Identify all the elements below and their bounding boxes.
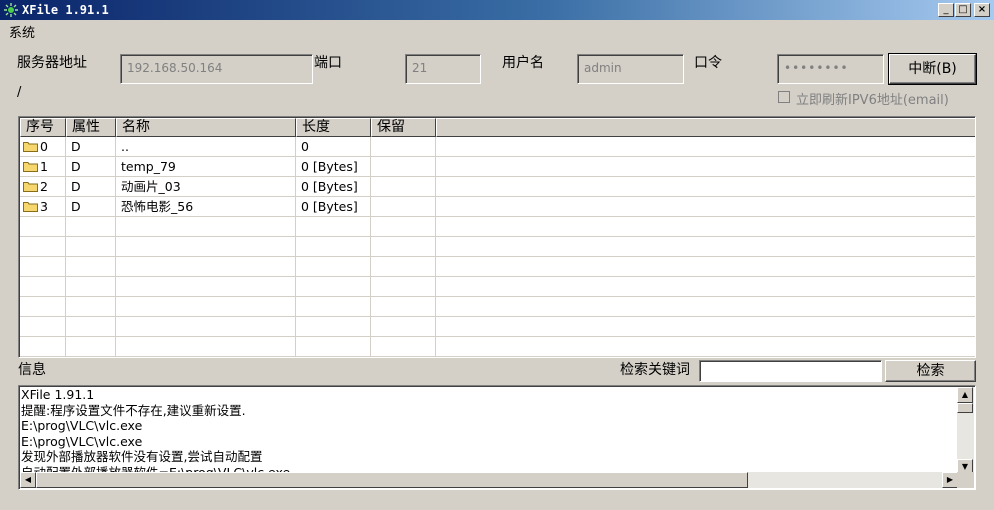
cell-index: 3 [20,197,66,217]
port-label: 端口 [314,55,342,71]
log-line: E:\prog\VLC\vlc.exe [21,418,143,433]
cell-reserved [371,137,436,157]
cell-index: 0 [20,137,66,157]
folder-icon [23,162,38,172]
file-list-header: 序号 属性 名称 长度 保留 [20,118,975,137]
disconnect-button[interactable]: 中断(B) [888,53,977,85]
search-input[interactable] [699,360,882,382]
cell-name: 恐怖电影_56 [116,197,296,217]
table-row[interactable]: 1 D temp_79 0 [Bytes] [20,157,975,177]
cell-size: 0 [Bytes] [296,197,371,217]
server-address-field[interactable]: 192.168.50.164 [120,54,313,84]
log-horizontal-scrollbar[interactable]: ◀ ▶ [20,472,958,488]
cell-size: 0 [Bytes] [296,157,371,177]
log-line: 提醒:程序设置文件不存在,建议重新设置. [21,402,246,418]
empty-row [20,317,975,337]
title-bar[interactable]: XFile 1.91.1 _ □ × [0,0,994,20]
log-textarea[interactable]: XFile 1.91.1 提醒:程序设置文件不存在,建议重新设置. E:\pro… [18,385,976,490]
cell-attribute: D [66,177,116,197]
column-size[interactable]: 长度 [296,118,371,137]
cell-name: 动画片_03 [116,177,296,197]
search-button[interactable]: 检索 [885,360,976,382]
cell-index: 1 [20,157,66,177]
scroll-up-icon[interactable]: ▲ [957,387,973,403]
cell-attribute: D [66,197,116,217]
column-filler [436,118,975,137]
scroll-right-icon[interactable]: ▶ [942,472,958,488]
folder-icon [23,182,38,192]
scroll-left-icon[interactable]: ◀ [20,472,36,488]
empty-row [20,217,975,237]
column-name[interactable]: 名称 [116,118,296,137]
cell-attribute: D [66,157,116,177]
cell-reserved [371,197,436,217]
app-icon [4,3,18,17]
empty-row [20,237,975,257]
cell-reserved [371,177,436,197]
cell-reserved [371,157,436,177]
row-index: 1 [40,159,48,174]
table-row[interactable]: 2 D 动画片_03 0 [Bytes] [20,177,975,197]
empty-row [20,297,975,317]
server-address-label: 服务器地址 [17,55,87,71]
window-title: XFile 1.91.1 [22,3,109,17]
scroll-corner [957,472,974,488]
password-label: 口令 [694,55,722,71]
log-line: 发现外部播放器软件没有设置,尝试自动配置 [21,449,263,464]
menu-system[interactable]: 系统 [9,22,35,41]
refresh-ipv6-checkbox[interactable] [778,91,790,103]
close-button[interactable]: × [974,3,990,17]
cell-name: temp_79 [116,157,296,177]
scroll-thumb[interactable] [36,472,748,488]
cell-size: 0 [Bytes] [296,177,371,197]
empty-row [20,337,975,357]
folder-icon [23,142,38,152]
folder-icon [23,202,38,212]
cell-index: 2 [20,177,66,197]
password-field[interactable]: •••••••• [777,54,884,84]
current-path: / [17,85,22,100]
username-field[interactable]: admin [577,54,684,84]
row-index: 0 [40,139,48,154]
file-list-body: 0 D .. 0 1 D temp_79 0 [Bytes] 2 D 动画片_0… [20,137,975,357]
username-label: 用户名 [502,55,544,71]
cell-attribute: D [66,137,116,157]
table-row[interactable]: 3 D 恐怖电影_56 0 [Bytes] [20,197,975,217]
scroll-thumb[interactable] [957,403,973,413]
cell-size: 0 [296,137,371,157]
column-index[interactable]: 序号 [20,118,66,137]
file-list[interactable]: 序号 属性 名称 长度 保留 0 D .. 0 1 D temp_79 0 [B… [18,116,976,358]
empty-row [20,277,975,297]
column-reserved[interactable]: 保留 [371,118,436,137]
refresh-ipv6-label[interactable]: 立即刷新IPV6地址(email) [796,89,949,108]
search-keyword-label: 检索关键词 [620,362,690,378]
log-line: E:\prog\VLC\vlc.exe [21,433,143,449]
maximize-button[interactable]: □ [955,3,971,17]
menu-bar: 系统 [0,21,994,41]
port-field[interactable]: 21 [405,54,481,84]
empty-row [20,257,975,277]
cell-name: .. [116,137,296,157]
info-label: 信息 [18,362,46,378]
minimize-button[interactable]: _ [938,3,954,17]
row-index: 2 [40,179,48,194]
column-attribute[interactable]: 属性 [66,118,116,137]
table-row[interactable]: 0 D .. 0 [20,137,975,157]
row-index: 3 [40,199,48,214]
log-lines: XFile 1.91.1 提醒:程序设置文件不存在,建议重新设置. E:\pro… [21,387,957,475]
log-vertical-scrollbar[interactable]: ▲ ▼ [957,387,974,475]
log-line: XFile 1.91.1 [21,387,95,402]
